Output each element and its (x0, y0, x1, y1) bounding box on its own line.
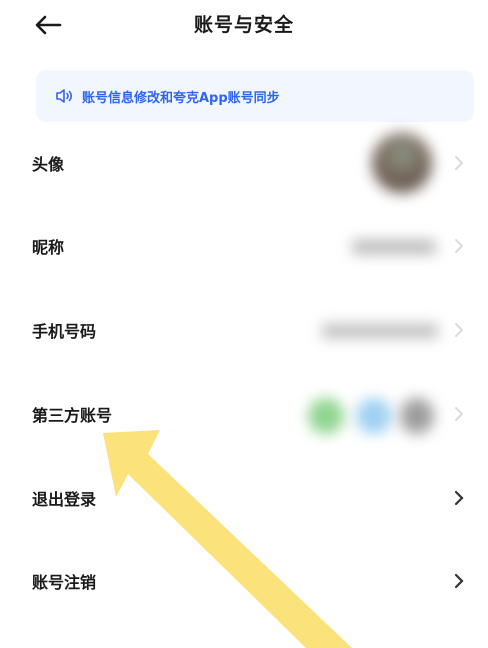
chevron-right-icon (455, 156, 464, 170)
chevron-right-icon (455, 239, 464, 253)
nickname-value (352, 240, 436, 254)
third-party-accounts-label: 第三方账号 (32, 406, 113, 425)
page-title: 账号与安全 (193, 14, 294, 36)
annotation-arrow-shape (103, 430, 352, 648)
logout-label: 退出登录 (32, 490, 97, 509)
nickname-row[interactable]: 昵称 (0, 218, 488, 274)
phone-number-label: 手机号码 (32, 322, 97, 341)
chevron-right-icon (455, 407, 464, 421)
account-deletion-label: 账号注销 (32, 573, 97, 592)
alipay-icon (356, 398, 392, 434)
logout-row[interactable]: 退出登录 (0, 470, 488, 526)
third-party-accounts-row[interactable]: 第三方账号 (0, 386, 488, 442)
nickname-label: 昵称 (32, 238, 65, 257)
phone-number-value (322, 324, 438, 338)
third-party-icon (400, 398, 434, 434)
chevron-right-icon (454, 490, 464, 506)
chevron-right-icon (455, 323, 464, 337)
wechat-icon (308, 398, 344, 434)
header: 账号与安全 (0, 0, 488, 56)
account-deletion-row[interactable]: 账号注销 (0, 553, 488, 609)
speaker-icon (56, 89, 73, 103)
chevron-right-icon (454, 573, 464, 589)
avatar (372, 133, 432, 193)
phone-number-row[interactable]: 手机号码 (0, 302, 488, 358)
sync-notice-text: 账号信息修改和夸克App账号同步 (82, 90, 280, 106)
sync-notice-banner: 账号信息修改和夸克App账号同步 (36, 70, 474, 122)
avatar-row[interactable]: 头像 (0, 133, 488, 193)
avatar-label: 头像 (32, 155, 65, 174)
